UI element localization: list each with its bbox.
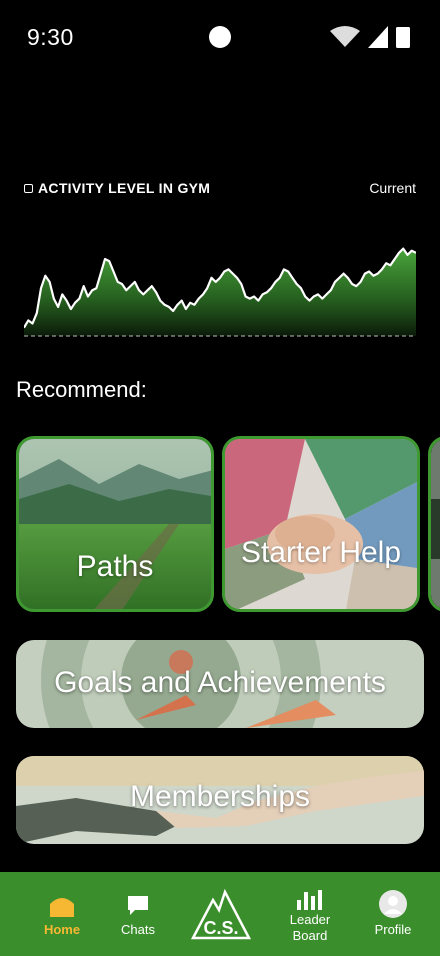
status-icons: [330, 26, 410, 48]
starter-help-card[interactable]: Starter Help: [222, 436, 420, 612]
home-icon: [48, 890, 76, 918]
nav-profile-label: Profile: [374, 922, 412, 937]
nav-chats-label: Chats: [121, 922, 155, 937]
goals-achievements-card[interactable]: Goals and Achievements: [16, 640, 424, 728]
paths-image: [19, 439, 211, 609]
starter-help-image: [225, 439, 417, 609]
activity-chart-title: ACTIVITY LEVEL IN GYM: [24, 180, 210, 196]
cs-logo-icon: C.S.: [190, 888, 252, 940]
next-recommend-card[interactable]: [428, 436, 440, 612]
nav-profile[interactable]: Profile: [362, 872, 424, 956]
nav-leaderboard-label: Leader Board: [289, 912, 331, 943]
activity-area: [24, 248, 416, 336]
nav-home[interactable]: Home: [32, 872, 92, 956]
bottom-nav: Home Chats C.S. Leader Board Profile: [0, 872, 440, 956]
nav-leaderboard[interactable]: Leader Board: [276, 872, 344, 956]
cellular-signal-icon: [368, 26, 388, 48]
recommend-title: Recommend:: [16, 377, 147, 402]
status-time: 9:30: [27, 24, 74, 50]
next-card-image: [431, 439, 440, 609]
activity-title-text: ACTIVITY LEVEL IN GYM: [38, 180, 211, 196]
memberships-card[interactable]: Memberships: [16, 756, 424, 844]
starter-help-label: Starter Help: [240, 536, 402, 569]
current-label: Current: [369, 180, 416, 196]
goals-achievements-label: Goals and Achievements: [54, 666, 386, 699]
memberships-label: Memberships: [129, 780, 311, 813]
paths-card[interactable]: Paths: [16, 436, 214, 612]
battery-icon: [396, 27, 410, 48]
svg-text:C.S.: C.S.: [203, 918, 238, 938]
chat-icon: [126, 890, 150, 918]
square-icon: [24, 183, 33, 193]
camera-cutout: [209, 26, 231, 48]
recommend-carousel[interactable]: Paths Starter Help: [16, 436, 440, 612]
status-bar: 9:30: [0, 0, 440, 74]
activity-chart-header: ACTIVITY LEVEL IN GYM Current: [24, 180, 416, 198]
nav-logo[interactable]: C.S.: [186, 872, 256, 956]
nav-home-label: Home: [43, 922, 81, 937]
activity-chart: [24, 247, 416, 337]
avatar-icon: [379, 890, 407, 918]
bar-chart-icon: [296, 888, 324, 910]
wifi-icon: [330, 26, 360, 47]
nav-chats[interactable]: Chats: [108, 872, 168, 956]
paths-label: Paths: [76, 550, 154, 583]
